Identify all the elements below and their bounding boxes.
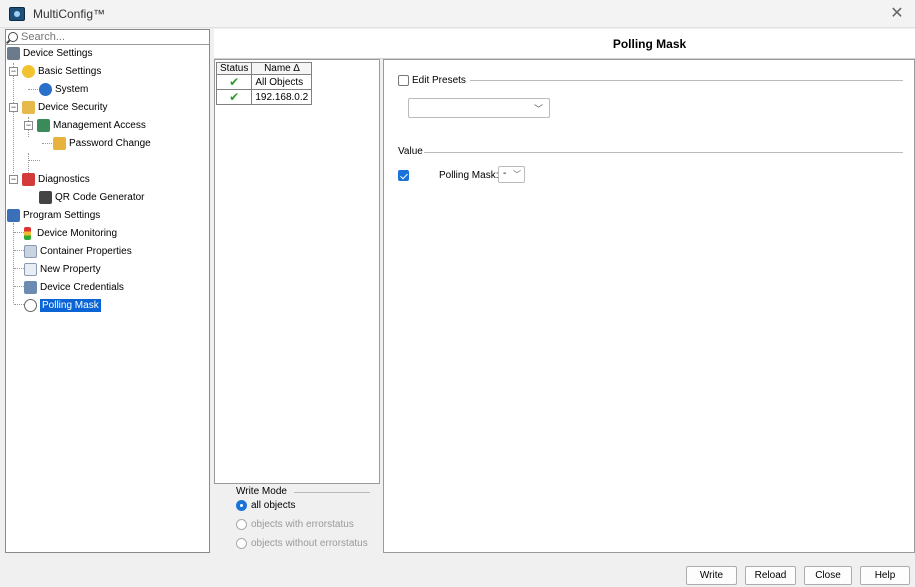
radio-unselected-icon: [236, 538, 247, 549]
radio-objects-without-errorstatus[interactable]: objects without errorstatus: [236, 538, 368, 549]
polling-mask-value: -: [503, 168, 507, 179]
tree-item-program-settings[interactable]: Program Settings: [7, 207, 100, 223]
collapse-toggle-icon[interactable]: −: [9, 103, 18, 112]
tree-item-password-change[interactable]: Password Change: [53, 135, 151, 151]
table-cell-name: All Objects: [251, 74, 313, 90]
search-input[interactable]: [21, 31, 191, 43]
navigation-tree-panel: Device Settings − Basic Settings System …: [5, 29, 210, 553]
polling-mask-label: Polling Mask:: [439, 170, 499, 181]
reload-button[interactable]: Reload: [745, 566, 796, 585]
key-lock-icon: [53, 136, 66, 150]
check-icon: ✔: [229, 75, 240, 89]
status-table: Status Name ∆ ✔ All Objects ✔ 192.168.0.…: [215, 62, 313, 105]
tree-label: Program Settings: [23, 209, 101, 221]
page-title: Polling Mask: [612, 37, 687, 51]
tree-label: Management Access: [53, 119, 146, 131]
settings-editor-panel: Edit Presets ﹀ Value Polling Mask: - ﹀: [383, 59, 915, 553]
tree-item-new-property[interactable]: New Property: [24, 261, 101, 277]
tree-item-container-properties[interactable]: Container Properties: [24, 243, 132, 259]
radio-label: objects with errorstatus: [251, 519, 354, 530]
diagnostics-icon: [22, 172, 35, 186]
credentials-icon: [24, 280, 37, 294]
radio-all-objects[interactable]: all objects: [236, 500, 295, 511]
device-settings-icon: [7, 46, 20, 60]
polling-mask-enable-checkbox-wrap: [398, 170, 409, 184]
edit-presets-row: Edit Presets: [398, 75, 466, 86]
collapse-toggle-icon[interactable]: −: [9, 67, 18, 76]
radio-objects-with-errorstatus[interactable]: objects with errorstatus: [236, 519, 354, 530]
lock-icon: [22, 100, 35, 114]
column-header-name[interactable]: Name ∆: [251, 62, 313, 75]
tree-item-device-settings[interactable]: Device Settings: [7, 45, 92, 61]
chevron-down-icon: ﹀: [533, 104, 543, 114]
chevron-down-icon: ﹀: [513, 170, 521, 179]
tree-label: Container Properties: [40, 245, 132, 257]
search-icon: [8, 32, 18, 42]
collapse-toggle-icon[interactable]: −: [9, 175, 18, 184]
title-bar: MultiConfig™ ✕: [0, 0, 915, 28]
radio-unselected-icon: [236, 519, 247, 530]
tree-item-device-monitoring[interactable]: Device Monitoring: [24, 225, 117, 241]
radio-selected-icon: [236, 500, 247, 511]
tree-item-diagnostics[interactable]: Diagnostics: [22, 171, 90, 187]
tree-label: Diagnostics: [38, 173, 90, 185]
column-header-status[interactable]: Status: [215, 62, 253, 75]
write-mode-group: Write Mode all objects objects with erro…: [214, 484, 380, 553]
tree-label: Device Monitoring: [37, 227, 118, 239]
tree-item-basic-settings[interactable]: Basic Settings: [22, 63, 101, 79]
qr-code-icon: [39, 190, 52, 204]
tree-item-device-credentials[interactable]: Device Credentials: [24, 279, 124, 295]
radio-label: all objects: [251, 500, 296, 511]
edit-presets-checkbox[interactable]: [398, 75, 409, 86]
tree-label: Device Settings: [23, 47, 93, 59]
window-title: MultiConfig™: [33, 6, 106, 21]
check-icon: ✔: [229, 90, 240, 104]
value-section-label: Value: [398, 146, 423, 157]
tree-item-polling-mask[interactable]: Polling Mask: [24, 297, 101, 313]
polling-mask-enable-checkbox[interactable]: [398, 170, 409, 181]
radio-label: objects without errorstatus: [251, 538, 368, 549]
stopwatch-icon: [24, 298, 37, 312]
panel-header: Polling Mask: [214, 29, 915, 59]
search-bar: [6, 30, 209, 45]
object-status-list: Status Name ∆ ✔ All Objects ✔ 192.168.0.…: [214, 59, 380, 484]
write-mode-title: Write Mode: [236, 486, 287, 497]
collapse-toggle-icon[interactable]: −: [24, 121, 33, 130]
tree-label: Password Change: [69, 137, 151, 149]
tree-label: QR Code Generator: [55, 191, 145, 203]
program-settings-icon: [7, 208, 20, 222]
table-row[interactable]: ✔ All Objects: [215, 74, 313, 90]
tree-label: Polling Mask: [40, 298, 101, 312]
container-icon: [24, 244, 37, 258]
write-button[interactable]: Write: [686, 566, 737, 585]
app-logo-icon: [9, 6, 25, 21]
help-button[interactable]: Help: [860, 566, 910, 585]
tree-item-system[interactable]: System: [39, 81, 88, 97]
close-button[interactable]: Close: [804, 566, 852, 585]
network-access-icon: [37, 118, 50, 132]
table-cell-name: 192.168.0.2: [251, 89, 313, 105]
tree-label: Device Security: [38, 101, 108, 113]
tree-item-device-security[interactable]: Device Security: [22, 99, 107, 115]
star-icon: [22, 64, 35, 78]
info-icon: [39, 82, 52, 96]
presets-dropdown[interactable]: ﹀: [408, 98, 550, 118]
close-window-icon[interactable]: ✕: [887, 4, 907, 24]
property-icon: [24, 262, 37, 276]
tree-item-management-access[interactable]: Management Access: [37, 117, 146, 133]
edit-presets-label: Edit Presets: [412, 75, 466, 86]
polling-mask-dropdown[interactable]: - ﹀: [498, 166, 525, 183]
table-row[interactable]: ✔ 192.168.0.2: [215, 89, 313, 105]
tree-label: System: [55, 83, 89, 95]
traffic-light-icon: [24, 226, 31, 240]
tree-label: Device Credentials: [40, 281, 124, 293]
tree-item-qr-code-generator[interactable]: QR Code Generator: [39, 189, 145, 205]
tree-label: New Property: [40, 263, 101, 275]
tree-label: Basic Settings: [38, 65, 102, 77]
